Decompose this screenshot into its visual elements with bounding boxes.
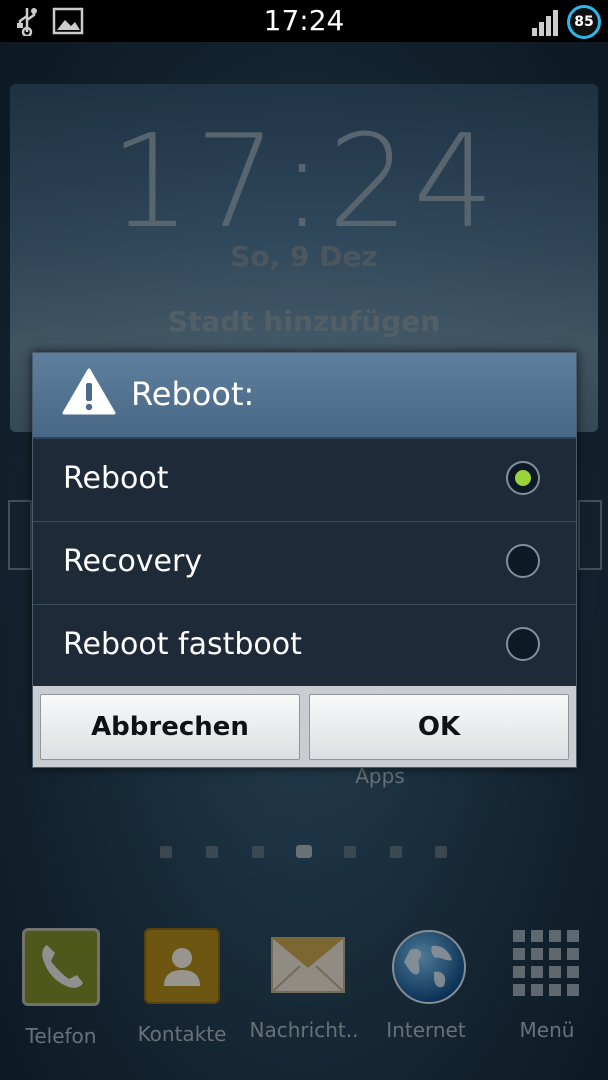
option-recovery[interactable]: Recovery bbox=[33, 522, 576, 605]
option-reboot[interactable]: Reboot bbox=[33, 439, 576, 522]
dialog-header: Reboot: bbox=[33, 353, 576, 439]
cancel-button[interactable]: Abbrechen bbox=[40, 694, 300, 760]
dialog-title: Reboot: bbox=[131, 375, 255, 413]
status-bar: 17:24 85 bbox=[0, 0, 608, 42]
status-time: 17:24 bbox=[263, 4, 345, 37]
signal-icon bbox=[530, 8, 562, 40]
option-label: Reboot bbox=[63, 461, 169, 496]
reboot-dialog: Reboot: Reboot Recovery Reboot fastboot … bbox=[32, 352, 577, 768]
warning-icon bbox=[61, 367, 117, 421]
battery-icon: 85 bbox=[567, 5, 601, 39]
radio-button[interactable] bbox=[506, 627, 540, 661]
radio-button[interactable] bbox=[506, 544, 540, 578]
option-label: Reboot fastboot bbox=[63, 627, 302, 662]
dialog-button-bar: Abbrechen OK bbox=[33, 686, 576, 767]
ok-button[interactable]: OK bbox=[309, 694, 569, 760]
radio-fill bbox=[515, 470, 531, 486]
option-reboot-fastboot[interactable]: Reboot fastboot bbox=[33, 605, 576, 687]
option-label: Recovery bbox=[63, 544, 203, 579]
radio-button-selected[interactable] bbox=[506, 461, 540, 495]
